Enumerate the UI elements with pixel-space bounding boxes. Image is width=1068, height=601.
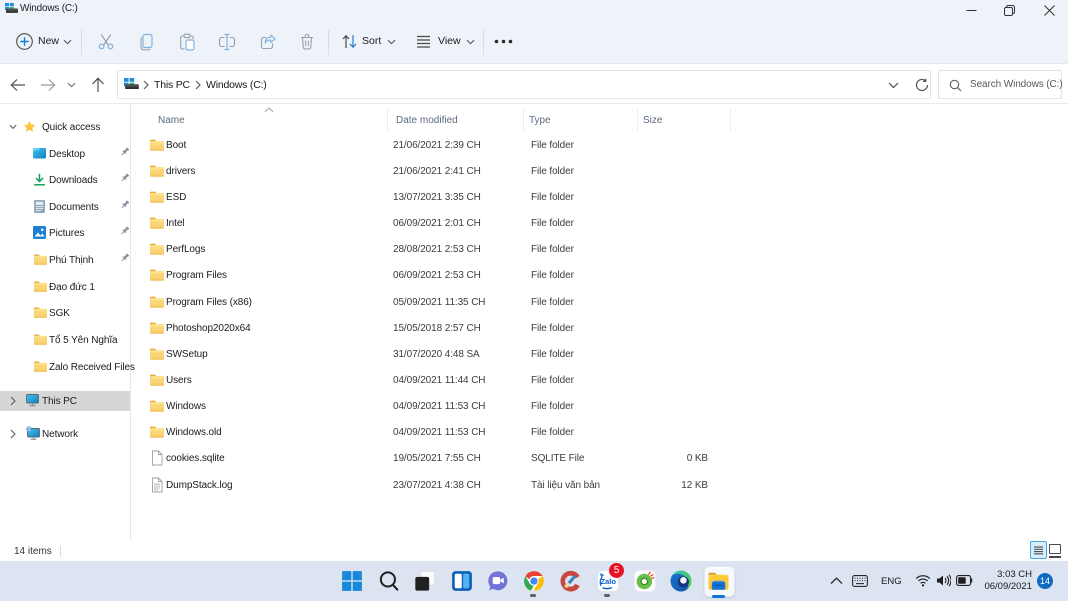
svg-text:Zalo: Zalo [600, 577, 616, 586]
